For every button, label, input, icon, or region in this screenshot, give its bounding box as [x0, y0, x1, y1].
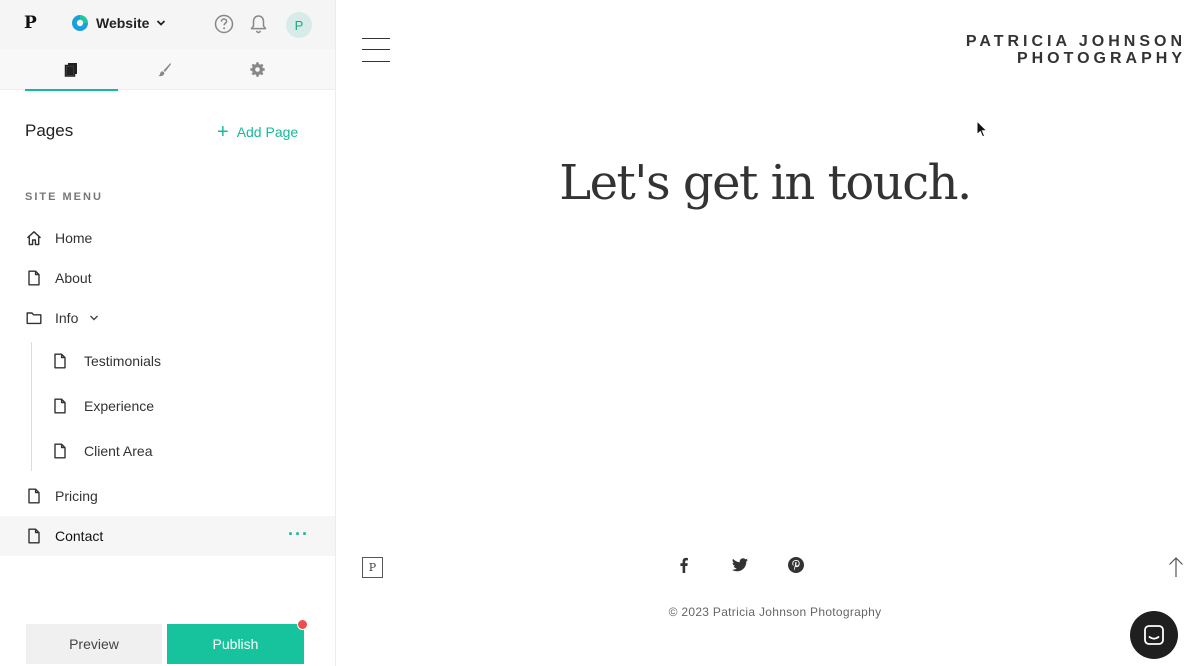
publish-button[interactable]: Publish [167, 624, 304, 664]
sidebar-item-experience[interactable]: Experience [0, 386, 335, 426]
tab-pages[interactable] [25, 49, 118, 91]
back-to-top-icon[interactable] [1168, 556, 1184, 578]
page-icon [54, 443, 66, 459]
sidebar-item-pricing[interactable]: Pricing [0, 476, 335, 516]
page-icon [54, 353, 66, 369]
site-switcher-label: Website [96, 15, 150, 31]
sidebar-item-contact[interactable]: Contact ··· [0, 516, 335, 556]
sidebar-item-label: Home [55, 230, 93, 246]
mouse-cursor-icon [976, 120, 988, 138]
pages-icon [64, 63, 77, 77]
folder-icon [26, 312, 42, 325]
sidebar-item-about[interactable]: About [0, 258, 335, 298]
sidebar-item-testimonials[interactable]: Testimonials [0, 341, 335, 381]
add-page-label: Add Page [236, 124, 299, 140]
tab-settings[interactable] [211, 49, 304, 90]
sidebar-item-label: Client Area [84, 443, 153, 459]
site-preview: PATRICIA JOHNSON PHOTOGRAPHY Let's get i… [336, 0, 1194, 666]
home-icon [27, 231, 41, 246]
preview-button[interactable]: Preview [26, 624, 162, 664]
chevron-down-icon[interactable] [89, 313, 99, 323]
footer-logo[interactable]: P [362, 557, 383, 578]
site-switcher[interactable]: Website [71, 14, 166, 32]
sidebar-item-home[interactable]: Home [0, 218, 335, 258]
pages-heading: Pages [25, 121, 74, 140]
sidebar-item-label: Experience [84, 398, 155, 414]
site-brand-icon [72, 15, 88, 31]
plus-icon: + [217, 121, 229, 143]
sidebar-item-label: Contact [55, 528, 104, 544]
editor-topbar: P Website P [0, 0, 335, 49]
help-icon[interactable] [214, 14, 234, 34]
page-icon [54, 398, 66, 414]
hamburger-menu-icon[interactable] [362, 38, 390, 62]
site-brand-line-2[interactable]: PHOTOGRAPHY [1017, 50, 1186, 68]
avatar[interactable]: P [286, 12, 312, 38]
bell-icon[interactable] [249, 14, 268, 34]
facebook-icon[interactable] [675, 556, 693, 574]
gear-icon [250, 62, 265, 77]
sidebar-item-label: About [55, 270, 92, 286]
brush-icon [158, 63, 171, 77]
page-headline: Let's get in touch. [559, 155, 972, 211]
notification-dot [297, 619, 308, 630]
editor-sidebar: P Website P Pages + Add Page SITE MENU H… [0, 0, 336, 666]
app-logo[interactable]: P [24, 13, 37, 33]
chevron-down-icon [157, 20, 166, 26]
sidebar-item-label: Info [55, 310, 79, 326]
chat-launcher-button[interactable] [1130, 611, 1178, 659]
more-options-icon[interactable]: ··· [288, 525, 309, 543]
page-icon [28, 488, 40, 504]
page-icon [28, 270, 40, 286]
site-menu-label: SITE MENU [25, 191, 103, 203]
add-page-button[interactable]: + Add Page [217, 121, 299, 143]
page-icon [28, 528, 40, 544]
twitter-icon[interactable] [731, 556, 749, 574]
pinterest-icon[interactable] [787, 556, 805, 574]
sidebar-item-label: Pricing [55, 488, 98, 504]
sidebar-item-label: Testimonials [84, 353, 162, 369]
sidebar-tabs [0, 49, 335, 91]
site-brand-line-1[interactable]: PATRICIA JOHNSON [966, 33, 1186, 51]
sidebar-item-client-area[interactable]: Client Area [0, 431, 335, 471]
sidebar-item-info[interactable]: Info [0, 298, 335, 338]
chat-icon [1144, 625, 1164, 645]
copyright-text: © 2023 Patricia Johnson Photography [668, 605, 882, 619]
tab-design[interactable] [118, 49, 211, 90]
